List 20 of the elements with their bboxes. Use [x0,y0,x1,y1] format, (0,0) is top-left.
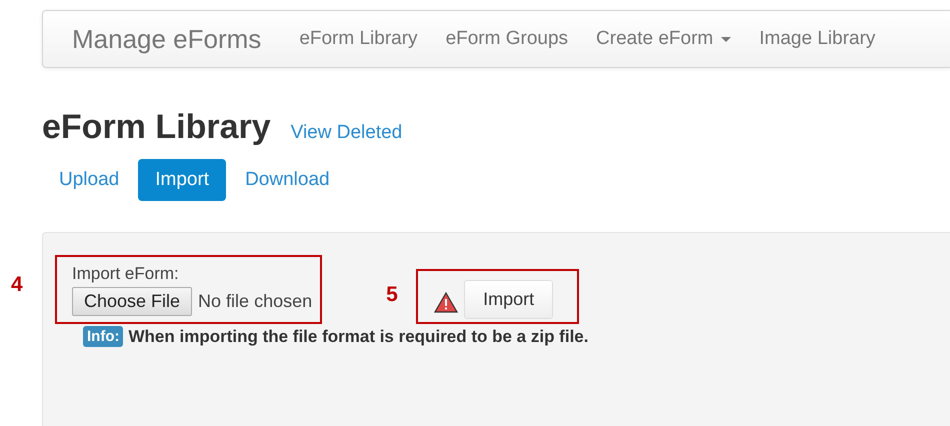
choose-file-button[interactable]: Choose File [72,287,192,316]
nav-link[interactable]: eForm Library [285,28,432,50]
tab[interactable]: Download [228,159,347,201]
callout-number: 4 [11,273,23,297]
callout-number: 5 [386,283,398,307]
import-button[interactable]: Import [464,280,554,319]
nav-link[interactable]: Create eForm [582,28,746,50]
tab[interactable]: Import [138,159,226,201]
field-label: Import eForm: [72,264,180,284]
nav-link[interactable]: Image Library [745,28,890,50]
info-badge: Info: [83,326,124,347]
nav-link[interactable]: eForm Groups [432,28,582,50]
view-deleted-link[interactable]: View Deleted [290,122,402,144]
brand-title[interactable]: Manage eForms [72,24,262,54]
tab[interactable]: Upload [42,159,136,201]
warning-icon [434,292,458,313]
file-status: No file chosen [198,291,312,312]
caret-icon [721,36,732,42]
page-title: eForm Library [42,108,271,147]
info-text: When importing the file format is required to be a zip file. [128,326,588,346]
